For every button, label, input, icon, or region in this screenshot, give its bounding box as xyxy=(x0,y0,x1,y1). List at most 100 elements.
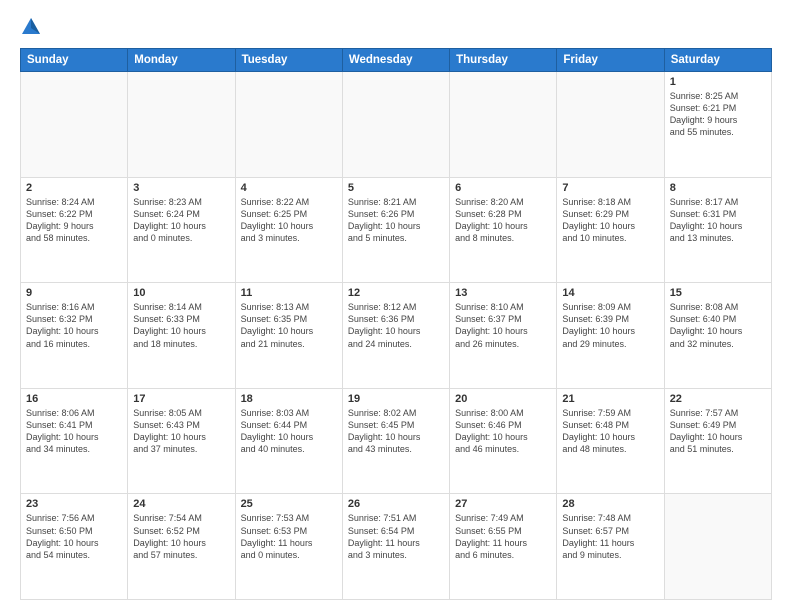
page: SundayMondayTuesdayWednesdayThursdayFrid… xyxy=(0,0,792,612)
calendar-cell: 18 Sunrise: 8:03 AM Sunset: 6:44 PM Dayli… xyxy=(235,388,342,494)
day-number: 28 xyxy=(562,498,658,510)
day-number: 7 xyxy=(562,182,658,194)
week-row-1: 2 Sunrise: 8:24 AM Sunset: 6:22 PM Daylig… xyxy=(21,177,772,283)
calendar-cell: 9 Sunrise: 8:16 AM Sunset: 6:32 PM Daylig… xyxy=(21,283,128,389)
header-day-tuesday: Tuesday xyxy=(235,49,342,72)
day-info: Sunrise: 8:12 AM Sunset: 6:36 PM Dayligh… xyxy=(348,301,444,350)
calendar-cell: 12 Sunrise: 8:12 AM Sunset: 6:36 PM Dayli… xyxy=(342,283,449,389)
day-number: 10 xyxy=(133,287,229,299)
calendar-table: SundayMondayTuesdayWednesdayThursdayFrid… xyxy=(20,48,772,600)
calendar-cell: 5Sunrise: 8:21 AM Sunset: 6:26 PM Daylig… xyxy=(342,177,449,283)
day-number: 20 xyxy=(455,393,551,405)
day-info: Sunrise: 8:22 AM Sunset: 6:25 PM Dayligh… xyxy=(241,196,337,245)
day-info: Sunrise: 7:57 AM Sunset: 6:49 PM Dayligh… xyxy=(670,407,766,456)
day-info: Sunrise: 8:18 AM Sunset: 6:29 PM Dayligh… xyxy=(562,196,658,245)
day-info: Sunrise: 8:02 AM Sunset: 6:45 PM Dayligh… xyxy=(348,407,444,456)
calendar-cell: 7 Sunrise: 8:18 AM Sunset: 6:29 PM Daylig… xyxy=(557,177,664,283)
day-info: Sunrise: 8:06 AM Sunset: 6:41 PM Dayligh… xyxy=(26,407,122,456)
day-info: Sunrise: 7:56 AM Sunset: 6:50 PM Dayligh… xyxy=(26,512,122,561)
day-number: 12 xyxy=(348,287,444,299)
calendar-header: SundayMondayTuesdayWednesdayThursdayFrid… xyxy=(21,49,772,72)
day-info: Sunrise: 7:48 AM Sunset: 6:57 PM Dayligh… xyxy=(562,512,658,561)
calendar-cell: 23 Sunrise: 7:56 AM Sunset: 6:50 PM Dayli… xyxy=(21,494,128,600)
calendar-cell: 1 Sunrise: 8:25 AM Sunset: 6:21 PM Daylig… xyxy=(664,72,771,178)
day-info: Sunrise: 8:03 AM Sunset: 6:44 PM Dayligh… xyxy=(241,407,337,456)
day-info: Sunrise: 8:23 AM Sunset: 6:24 PM Dayligh… xyxy=(133,196,229,245)
calendar-cell: 8 Sunrise: 8:17 AM Sunset: 6:31 PM Daylig… xyxy=(664,177,771,283)
day-number: 25 xyxy=(241,498,337,510)
day-info: Sunrise: 8:20 AM Sunset: 6:28 PM Dayligh… xyxy=(455,196,551,245)
calendar-cell: 11 Sunrise: 8:13 AM Sunset: 6:35 PM Dayli… xyxy=(235,283,342,389)
header-day-monday: Monday xyxy=(128,49,235,72)
header-row: SundayMondayTuesdayWednesdayThursdayFrid… xyxy=(21,49,772,72)
calendar-cell: 17 Sunrise: 8:05 AM Sunset: 6:43 PM Dayli… xyxy=(128,388,235,494)
day-info: Sunrise: 8:00 AM Sunset: 6:46 PM Dayligh… xyxy=(455,407,551,456)
day-number: 4 xyxy=(241,182,337,194)
calendar-cell: 20 Sunrise: 8:00 AM Sunset: 6:46 PM Dayli… xyxy=(450,388,557,494)
header-day-friday: Friday xyxy=(557,49,664,72)
calendar-cell: 24Sunrise: 7:54 AM Sunset: 6:52 PM Dayli… xyxy=(128,494,235,600)
day-number: 5 xyxy=(348,182,444,194)
day-number: 27 xyxy=(455,498,551,510)
day-number: 8 xyxy=(670,182,766,194)
day-info: Sunrise: 7:59 AM Sunset: 6:48 PM Dayligh… xyxy=(562,407,658,456)
calendar-cell: 27 Sunrise: 7:49 AM Sunset: 6:55 PM Dayli… xyxy=(450,494,557,600)
calendar-cell: 28 Sunrise: 7:48 AM Sunset: 6:57 PM Dayli… xyxy=(557,494,664,600)
day-info: Sunrise: 8:17 AM Sunset: 6:31 PM Dayligh… xyxy=(670,196,766,245)
calendar-cell: 2 Sunrise: 8:24 AM Sunset: 6:22 PM Daylig… xyxy=(21,177,128,283)
calendar-cell: 13 Sunrise: 8:10 AM Sunset: 6:37 PM Dayli… xyxy=(450,283,557,389)
calendar-cell: 21Sunrise: 7:59 AM Sunset: 6:48 PM Dayli… xyxy=(557,388,664,494)
header-day-saturday: Saturday xyxy=(664,49,771,72)
day-number: 18 xyxy=(241,393,337,405)
day-info: Sunrise: 8:08 AM Sunset: 6:40 PM Dayligh… xyxy=(670,301,766,350)
calendar-cell xyxy=(342,72,449,178)
day-info: Sunrise: 8:25 AM Sunset: 6:21 PM Dayligh… xyxy=(670,90,766,139)
header-day-wednesday: Wednesday xyxy=(342,49,449,72)
calendar-cell: 3 Sunrise: 8:23 AM Sunset: 6:24 PM Daylig… xyxy=(128,177,235,283)
calendar-cell: 19 Sunrise: 8:02 AM Sunset: 6:45 PM Dayli… xyxy=(342,388,449,494)
day-number: 16 xyxy=(26,393,122,405)
day-number: 9 xyxy=(26,287,122,299)
calendar-cell xyxy=(21,72,128,178)
day-number: 3 xyxy=(133,182,229,194)
day-number: 13 xyxy=(455,287,551,299)
day-number: 15 xyxy=(670,287,766,299)
day-number: 11 xyxy=(241,287,337,299)
calendar-cell xyxy=(235,72,342,178)
week-row-4: 23 Sunrise: 7:56 AM Sunset: 6:50 PM Dayli… xyxy=(21,494,772,600)
logo-icon xyxy=(20,16,42,38)
calendar-cell: 14Sunrise: 8:09 AM Sunset: 6:39 PM Dayli… xyxy=(557,283,664,389)
calendar-cell: 22Sunrise: 7:57 AM Sunset: 6:49 PM Dayli… xyxy=(664,388,771,494)
day-info: Sunrise: 8:16 AM Sunset: 6:32 PM Dayligh… xyxy=(26,301,122,350)
day-info: Sunrise: 8:09 AM Sunset: 6:39 PM Dayligh… xyxy=(562,301,658,350)
day-info: Sunrise: 7:51 AM Sunset: 6:54 PM Dayligh… xyxy=(348,512,444,561)
day-number: 17 xyxy=(133,393,229,405)
header-day-sunday: Sunday xyxy=(21,49,128,72)
calendar-cell xyxy=(128,72,235,178)
day-info: Sunrise: 7:49 AM Sunset: 6:55 PM Dayligh… xyxy=(455,512,551,561)
day-info: Sunrise: 8:13 AM Sunset: 6:35 PM Dayligh… xyxy=(241,301,337,350)
calendar-cell: 15 Sunrise: 8:08 AM Sunset: 6:40 PM Dayli… xyxy=(664,283,771,389)
calendar-cell: 16 Sunrise: 8:06 AM Sunset: 6:41 PM Dayli… xyxy=(21,388,128,494)
day-info: Sunrise: 8:05 AM Sunset: 6:43 PM Dayligh… xyxy=(133,407,229,456)
day-number: 23 xyxy=(26,498,122,510)
week-row-2: 9 Sunrise: 8:16 AM Sunset: 6:32 PM Daylig… xyxy=(21,283,772,389)
day-number: 19 xyxy=(348,393,444,405)
day-info: Sunrise: 8:10 AM Sunset: 6:37 PM Dayligh… xyxy=(455,301,551,350)
week-row-3: 16 Sunrise: 8:06 AM Sunset: 6:41 PM Dayli… xyxy=(21,388,772,494)
day-info: Sunrise: 7:54 AM Sunset: 6:52 PM Dayligh… xyxy=(133,512,229,561)
calendar-cell xyxy=(450,72,557,178)
header-day-thursday: Thursday xyxy=(450,49,557,72)
header xyxy=(20,16,772,38)
logo xyxy=(20,16,46,38)
day-number: 6 xyxy=(455,182,551,194)
day-info: Sunrise: 7:53 AM Sunset: 6:53 PM Dayligh… xyxy=(241,512,337,561)
calendar-cell xyxy=(664,494,771,600)
calendar-cell: 26 Sunrise: 7:51 AM Sunset: 6:54 PM Dayli… xyxy=(342,494,449,600)
day-number: 2 xyxy=(26,182,122,194)
day-number: 1 xyxy=(670,76,766,88)
day-number: 26 xyxy=(348,498,444,510)
calendar-body: 1 Sunrise: 8:25 AM Sunset: 6:21 PM Daylig… xyxy=(21,72,772,600)
week-row-0: 1 Sunrise: 8:25 AM Sunset: 6:21 PM Daylig… xyxy=(21,72,772,178)
day-info: Sunrise: 8:24 AM Sunset: 6:22 PM Dayligh… xyxy=(26,196,122,245)
